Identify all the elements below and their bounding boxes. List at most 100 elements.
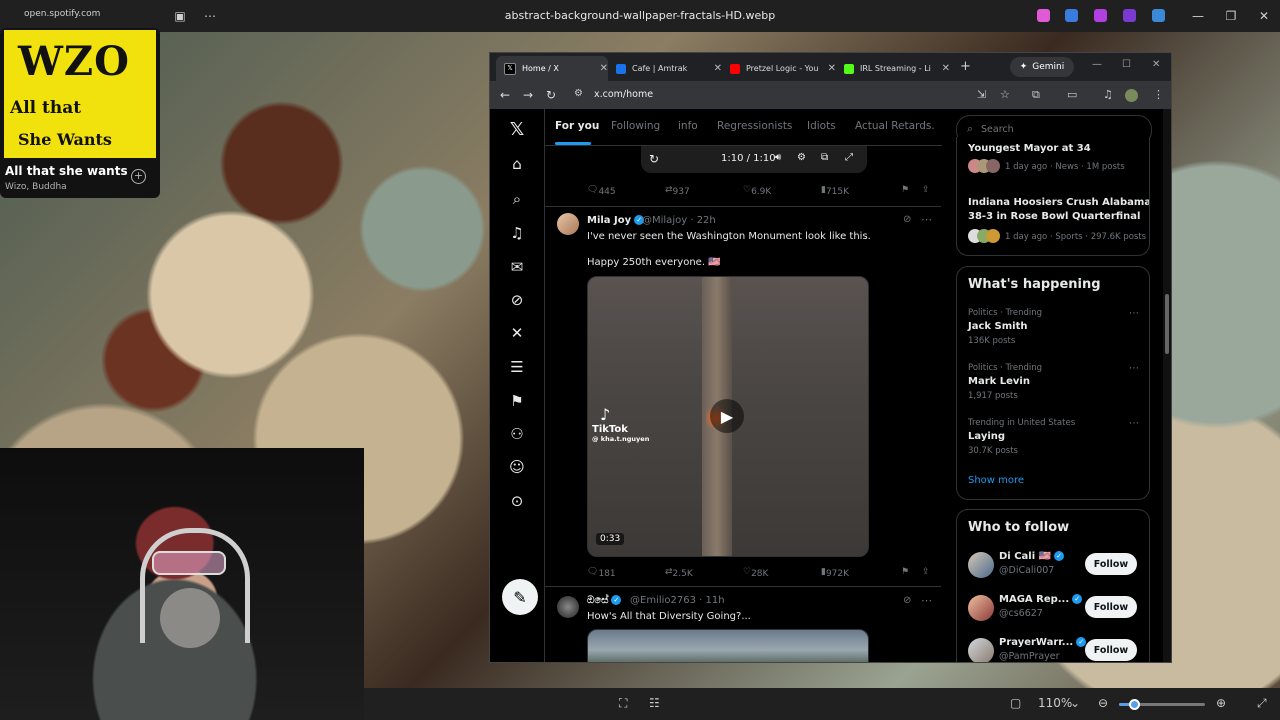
fit-icon[interactable]: ⛶ <box>619 696 627 711</box>
pip-icon[interactable]: ⧉ <box>821 152 828 163</box>
tab-actual-retards[interactable]: Actual Retards. <box>855 120 935 132</box>
scrollbar-thumb[interactable] <box>1165 294 1169 354</box>
tweet-video[interactable]: ♪ TikTok @ kha.t.nguyen ▶ 0:33 <box>587 276 869 557</box>
follow-name[interactable]: Di Cali 🇺🇸 ✓ <box>999 551 1065 562</box>
profile-icon[interactable]: ☺ <box>507 457 527 477</box>
follow-name[interactable]: MAGA Rep... ✓ <box>999 594 1083 605</box>
avatar[interactable] <box>968 552 994 578</box>
site-info-icon[interactable]: ⚙ <box>574 88 583 99</box>
tray-app-icon[interactable] <box>1123 9 1136 22</box>
more-options-icon[interactable]: ⋯ <box>921 594 932 607</box>
retweet-button[interactable]: ⇄ 937 <box>665 185 690 197</box>
tab-home-x[interactable]: 𝕏 Home / X ✕ <box>496 56 608 81</box>
trend-name[interactable]: Mark Levin <box>968 376 1030 387</box>
x-logo-icon[interactable]: 𝕏 <box>507 119 527 140</box>
messages-icon[interactable]: ✉ <box>507 257 527 277</box>
chevron-down-icon[interactable]: ⌄ <box>1070 696 1080 710</box>
search-icon[interactable]: ⌕ <box>507 189 527 209</box>
reload-icon[interactable]: ↻ <box>546 88 556 102</box>
show-more-link[interactable]: Show more <box>968 475 1024 486</box>
follow-button[interactable]: Follow <box>1085 596 1137 618</box>
tweet-author[interactable]: Mila Joy ✓ <box>587 215 645 226</box>
add-to-library-icon[interactable]: + <box>131 169 146 184</box>
lists-icon[interactable]: ☰ <box>507 357 527 377</box>
frame-icon[interactable]: ▢ <box>1010 696 1021 710</box>
like-button[interactable]: ♡ 6.9K <box>743 185 771 197</box>
song-artist[interactable]: Wizo, Buddha <box>5 182 67 192</box>
media-control-icon[interactable]: ♫ <box>1103 88 1113 101</box>
fullscreen-icon[interactable]: ⤢ <box>845 152 853 163</box>
tab-idiots[interactable]: Idiots <box>807 120 836 132</box>
follow-name[interactable]: PrayerWarr... ✓ <box>999 637 1087 648</box>
settings-icon[interactable]: ⚙ <box>797 152 806 163</box>
forward-icon[interactable]: → <box>523 88 533 102</box>
trend-more-icon[interactable]: ⋯ <box>1129 363 1139 374</box>
profile-avatar[interactable] <box>1125 89 1138 102</box>
zoom-in-icon[interactable]: ⊕ <box>1216 696 1226 710</box>
fullscreen-icon[interactable]: ⤢ <box>1257 696 1267 711</box>
volume-icon[interactable]: 🔊︎ <box>775 152 781 163</box>
tab-amtrak[interactable]: Cafe | Amtrak ✕ <box>608 56 722 81</box>
split-view-icon[interactable]: ▭ <box>1067 88 1077 101</box>
trend-more-icon[interactable]: ⋯ <box>1129 418 1139 429</box>
tray-app-icon[interactable] <box>1065 9 1078 22</box>
more-options-icon[interactable]: ⋯ <box>921 213 932 226</box>
gemini-button[interactable]: ✦ Gemini <box>1010 57 1074 77</box>
news-title[interactable]: Indiana Hoosiers Crush Alabama <box>968 197 1149 208</box>
avatar[interactable] <box>968 638 994 662</box>
grok-analyze-icon[interactable]: ⊘ <box>903 214 911 225</box>
extensions-icon[interactable]: ⧉ <box>1032 88 1040 102</box>
reply-button[interactable]: 🗨︎ 181 <box>587 567 616 579</box>
tray-app-icon[interactable] <box>1152 9 1165 22</box>
tab-info[interactable]: info <box>678 120 698 132</box>
maximize-icon[interactable]: ☐ <box>1122 59 1131 70</box>
communities-icon[interactable]: ⚇ <box>507 424 527 444</box>
video-controls[interactable]: ↻ 1:10 / 1:10 🔊︎ ⚙ ⧉ ⤢ <box>641 145 867 173</box>
home-icon[interactable]: ⌂ <box>507 154 527 174</box>
tweet-image[interactable] <box>587 629 869 662</box>
tab-regressionists[interactable]: Regressionists <box>717 120 792 132</box>
song-title[interactable]: All that she wants <box>5 164 128 178</box>
close-tab-icon[interactable]: ✕ <box>942 63 950 74</box>
bookmarks-icon[interactable]: ⚑ <box>507 391 527 411</box>
tab-youtube[interactable]: Pretzel Logic - You ✕ <box>722 56 836 81</box>
tray-app-icon[interactable] <box>1094 9 1107 22</box>
info-icon[interactable]: ☷ <box>649 696 660 710</box>
tab-following[interactable]: Following <box>611 120 660 132</box>
views-button[interactable]: ▮ 972K <box>821 567 849 579</box>
url-field[interactable]: x.com/home <box>594 89 653 100</box>
reply-button[interactable]: 🗨︎ 445 <box>587 185 616 197</box>
compose-post-button[interactable]: ✎ <box>502 579 538 615</box>
tweet-handle[interactable]: @Emilio2763 · 11h <box>630 595 725 606</box>
news-title[interactable]: Youngest Mayor at 34 <box>968 143 1091 154</box>
trend-name[interactable]: Laying <box>968 431 1005 442</box>
share-icon[interactable]: ⇪ <box>922 185 930 195</box>
minimize-icon[interactable]: — <box>1092 59 1102 70</box>
trend-name[interactable]: Jack Smith <box>968 321 1027 332</box>
tab-kick[interactable]: IRL Streaming - Li ✕ <box>836 56 950 81</box>
bookmark-icon[interactable]: ⚑ <box>901 185 909 195</box>
tweet-handle[interactable]: @Milajoy · 22h <box>642 215 716 226</box>
grok-analyze-icon[interactable]: ⊘ <box>903 595 911 606</box>
zoom-slider[interactable] <box>1119 699 1205 710</box>
follow-button[interactable]: Follow <box>1085 639 1137 661</box>
retweet-button[interactable]: ⇄ 2.5K <box>665 567 693 579</box>
avatar[interactable] <box>557 596 579 618</box>
avatar[interactable] <box>557 213 579 235</box>
close-tab-icon[interactable]: ✕ <box>600 63 608 74</box>
minimize-icon[interactable]: — <box>1188 6 1208 26</box>
tweet-author[interactable]: ඔසේ ✓ <box>587 595 622 606</box>
grok-icon[interactable]: ⊘ <box>507 290 527 310</box>
bookmark-icon[interactable]: ⚑ <box>901 567 909 577</box>
tab-for-you[interactable]: For you <box>555 120 599 132</box>
zoom-slider-knob[interactable] <box>1129 699 1140 710</box>
share-icon[interactable]: ⇪ <box>922 567 930 577</box>
play-icon[interactable]: ▶ <box>710 399 744 433</box>
spotify-widget[interactable]: WZO All that She Wants All that she want… <box>0 28 160 198</box>
menu-icon[interactable]: ⋮ <box>1153 88 1164 101</box>
views-button[interactable]: ▮ 715K <box>821 185 849 197</box>
close-icon[interactable]: ✕ <box>1152 59 1160 70</box>
notifications-icon[interactable]: ♫ <box>507 223 527 243</box>
tray-app-icon[interactable] <box>1037 9 1050 22</box>
avatar[interactable] <box>968 595 994 621</box>
